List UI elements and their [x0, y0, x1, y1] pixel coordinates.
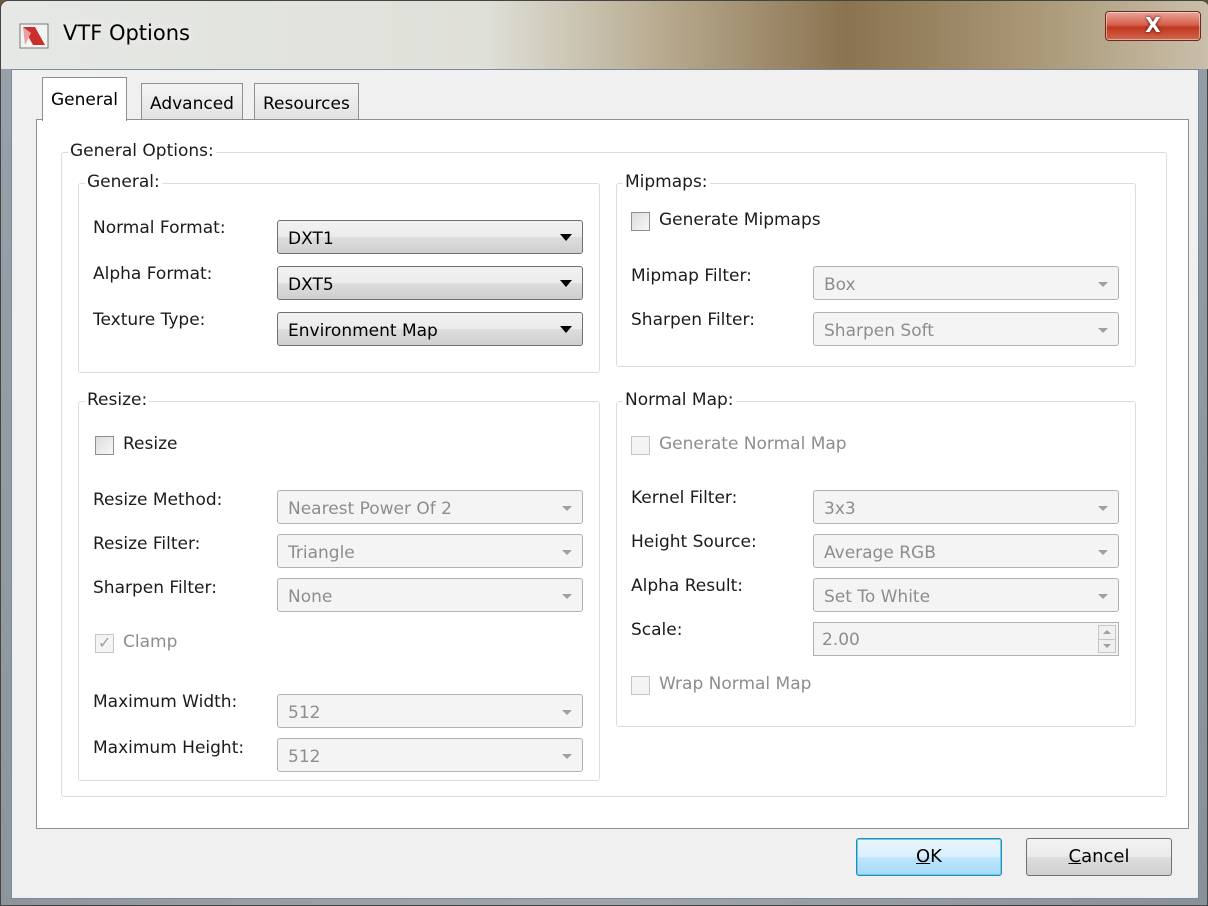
- mipmap-sharpen-filter-label: Sharpen Filter:: [631, 310, 755, 330]
- max-height-value: 512: [288, 747, 321, 767]
- general-group-label: General:: [85, 172, 162, 192]
- chevron-down-icon: [1098, 506, 1108, 511]
- mipmaps-group: Mipmaps: Generate Mipmaps Mipmap Filter:…: [616, 172, 1136, 367]
- check-icon: ✓: [98, 633, 112, 652]
- texture-type-value: Environment Map: [288, 321, 438, 341]
- height-source-label: Height Source:: [631, 532, 757, 552]
- alpha-format-value: DXT5: [288, 275, 334, 295]
- normal-map-group-label: Normal Map:: [623, 390, 736, 410]
- wrap-normal-map-checkbox[interactable]: [631, 676, 650, 695]
- mipmaps-group-label: Mipmaps:: [623, 172, 710, 192]
- max-width-value: 512: [288, 703, 321, 723]
- chevron-down-icon: [1098, 594, 1108, 599]
- alpha-result-value: Set To White: [824, 587, 931, 607]
- kernel-filter-select[interactable]: 3x3: [813, 490, 1119, 524]
- resize-group-label: Resize:: [85, 390, 150, 410]
- tab-advanced[interactable]: Advanced: [141, 83, 243, 119]
- texture-type-label: Texture Type:: [93, 310, 206, 330]
- chevron-down-icon: [562, 710, 572, 715]
- resize-group: Resize: Resize Resize Method: Nearest Po…: [78, 390, 600, 781]
- chevron-down-icon: [560, 326, 572, 333]
- max-width-label: Maximum Width:: [93, 692, 238, 712]
- normal-format-label: Normal Format:: [93, 218, 226, 238]
- alpha-result-label: Alpha Result:: [631, 576, 743, 596]
- resize-method-select[interactable]: Nearest Power Of 2: [277, 490, 583, 524]
- chevron-down-icon: [560, 280, 572, 287]
- window-title: VTF Options: [63, 21, 190, 45]
- chevron-down-icon: [560, 234, 572, 241]
- tab-general[interactable]: General: [42, 77, 127, 121]
- chevron-down-icon: [1098, 328, 1108, 333]
- close-icon: X: [1145, 13, 1161, 37]
- tab-panel-general: General Options: General: Normal Format:…: [36, 119, 1189, 829]
- wrap-normal-map-label[interactable]: Wrap Normal Map: [659, 674, 811, 694]
- chevron-down-icon: [562, 550, 572, 555]
- general-options-group: General Options: General: Normal Format:…: [61, 141, 1167, 797]
- resize-filter-label: Resize Filter:: [93, 534, 201, 554]
- chevron-down-icon: [1098, 282, 1108, 287]
- resize-sharpen-filter-label: Sharpen Filter:: [93, 578, 217, 598]
- texture-type-select[interactable]: Environment Map: [277, 312, 583, 346]
- chevron-down-icon: [562, 594, 572, 599]
- general-group: General: Normal Format: DXT1 Alpha Forma…: [78, 172, 600, 373]
- ok-button[interactable]: OK: [856, 838, 1002, 876]
- title-bar[interactable]: VTF Options X: [1, 1, 1208, 69]
- resize-method-label: Resize Method:: [93, 490, 223, 510]
- clamp-checkbox-label[interactable]: Clamp: [123, 632, 177, 652]
- alpha-format-label: Alpha Format:: [93, 264, 213, 284]
- vtf-app-icon: [19, 23, 49, 49]
- normal-map-group: Normal Map: Generate Normal Map Kernel F…: [616, 390, 1136, 727]
- resize-filter-select[interactable]: Triangle: [277, 534, 583, 568]
- mipmap-filter-label: Mipmap Filter:: [631, 266, 752, 286]
- generate-normal-map-checkbox[interactable]: [631, 436, 650, 455]
- scale-spinner[interactable]: 2.00: [813, 622, 1119, 656]
- max-height-select[interactable]: 512: [277, 738, 583, 772]
- spin-up-icon: [1103, 630, 1111, 634]
- mipmap-sharpen-filter-value: Sharpen Soft: [824, 321, 934, 341]
- cancel-label: ancel: [1081, 846, 1130, 867]
- scale-value: 2.00: [822, 630, 860, 650]
- chevron-down-icon: [562, 754, 572, 759]
- resize-sharpen-filter-value: None: [288, 587, 333, 607]
- dialog-window: VTF Options X General Advanced Resources…: [0, 0, 1208, 906]
- mipmap-sharpen-filter-select[interactable]: Sharpen Soft: [813, 312, 1119, 346]
- tab-resources[interactable]: Resources: [254, 83, 359, 119]
- spinner-buttons[interactable]: [1098, 625, 1116, 653]
- alpha-format-select[interactable]: DXT5: [277, 266, 583, 300]
- resize-checkbox[interactable]: [95, 436, 114, 455]
- max-width-select[interactable]: 512: [277, 694, 583, 728]
- generate-mipmaps-checkbox[interactable]: [631, 212, 650, 231]
- mipmap-filter-select[interactable]: Box: [813, 266, 1119, 300]
- resize-method-value: Nearest Power Of 2: [288, 499, 452, 519]
- resize-filter-value: Triangle: [288, 543, 355, 563]
- ok-mnemonic: O: [916, 846, 931, 867]
- spin-down-icon: [1103, 644, 1111, 648]
- height-source-value: Average RGB: [824, 543, 936, 563]
- kernel-filter-value: 3x3: [824, 499, 856, 519]
- normal-format-value: DXT1: [288, 229, 334, 249]
- dialog-client-area: General Advanced Resources General Optio…: [11, 69, 1199, 899]
- mipmap-filter-value: Box: [824, 275, 856, 295]
- generate-normal-map-label[interactable]: Generate Normal Map: [659, 434, 847, 454]
- scale-label: Scale:: [631, 620, 683, 640]
- normal-format-select[interactable]: DXT1: [277, 220, 583, 254]
- cancel-mnemonic: C: [1068, 846, 1082, 867]
- kernel-filter-label: Kernel Filter:: [631, 488, 738, 508]
- resize-checkbox-label[interactable]: Resize: [123, 434, 177, 454]
- clamp-checkbox[interactable]: ✓: [95, 633, 114, 653]
- alpha-result-select[interactable]: Set To White: [813, 578, 1119, 612]
- generate-mipmaps-label[interactable]: Generate Mipmaps: [659, 210, 821, 230]
- ok-label: K: [930, 846, 942, 867]
- resize-sharpen-filter-select[interactable]: None: [277, 578, 583, 612]
- chevron-down-icon: [1098, 550, 1108, 555]
- height-source-select[interactable]: Average RGB: [813, 534, 1119, 568]
- general-options-label: General Options:: [68, 141, 216, 161]
- chevron-down-icon: [562, 506, 572, 511]
- cancel-button[interactable]: Cancel: [1026, 838, 1172, 876]
- max-height-label: Maximum Height:: [93, 738, 245, 758]
- close-button[interactable]: X: [1105, 11, 1201, 41]
